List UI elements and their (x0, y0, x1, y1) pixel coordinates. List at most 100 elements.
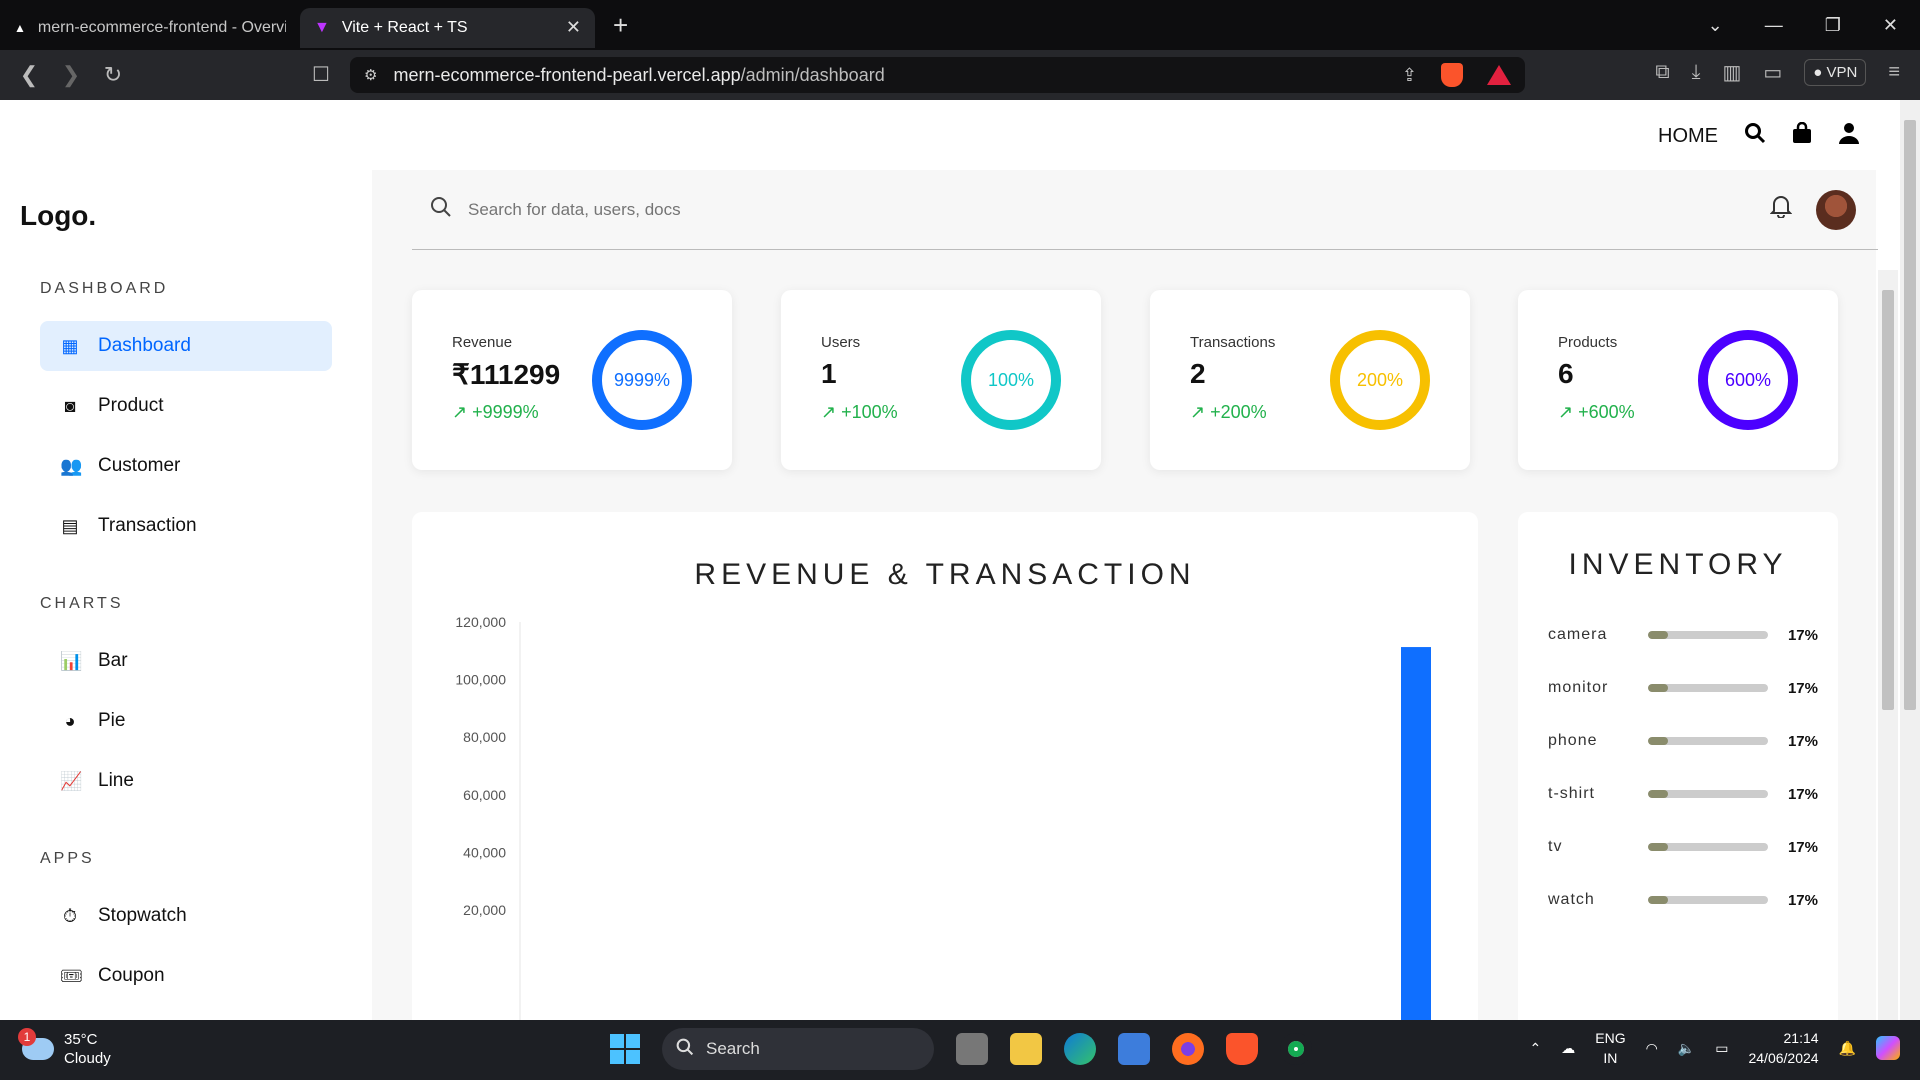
sidebar-item-dashboard[interactable]: ▦ Dashboard (40, 321, 332, 371)
extensions-icon[interactable]: ⧉ (1655, 61, 1669, 84)
trending-up-icon: ↗ (1190, 402, 1211, 422)
sidebar-item-coupon[interactable]: 🎟 Coupon (40, 951, 332, 1001)
inventory-category: t-shirt (1548, 785, 1595, 802)
inventory-bar-fill (1648, 790, 1669, 798)
windows-taskbar: 1 35°C Cloudy Search ⌃ ☁ ENG IN ◠ 🔈 ▭ 21… (0, 1020, 1920, 1080)
minimize-icon[interactable]: — (1765, 15, 1783, 36)
site-settings-icon[interactable]: ⚙ (364, 66, 377, 84)
page-scroll-thumb[interactable] (1904, 120, 1916, 710)
forward-icon[interactable]: ❯ (50, 62, 92, 88)
sidebar-item-line[interactable]: 📈 Line (40, 756, 332, 806)
user-icon[interactable] (1838, 122, 1860, 151)
mongodb-compass-icon[interactable] (1280, 1033, 1312, 1065)
tab-search-chevron-icon[interactable]: ⌄ (1708, 15, 1723, 36)
home-link[interactable]: HOME (1658, 125, 1718, 148)
new-tab-button[interactable]: + (613, 10, 628, 41)
restore-icon[interactable]: ❐ (1825, 15, 1841, 36)
back-icon[interactable]: ❮ (8, 62, 50, 88)
widget-ring: 600% (1698, 330, 1798, 430)
firefox-icon[interactable] (1172, 1033, 1204, 1065)
sidebar-item-product[interactable]: ◙ Product (40, 381, 332, 431)
inventory-bar-track (1648, 790, 1768, 798)
trending-up-icon: ↗ (821, 402, 842, 422)
people-icon: 👥 (60, 455, 83, 476)
inventory-percent: 17% (1787, 679, 1818, 697)
edge-icon[interactable] (1064, 1033, 1096, 1065)
notification-bell-icon[interactable] (1769, 194, 1793, 225)
sidebar-item-customer[interactable]: 👥 Customer (40, 441, 332, 491)
page-scrollbar[interactable] (1900, 100, 1920, 1020)
file-explorer-icon[interactable] (1010, 1033, 1042, 1065)
url-path: /admin/dashboard (740, 64, 885, 85)
browser-tab[interactable]: ▲ mern-ecommerce-frontend - Overvie (0, 8, 300, 48)
onedrive-icon[interactable]: ☁ (1561, 1040, 1575, 1057)
browser-tab-bar: ▲ mern-ecommerce-frontend - Overvie ▼ Vi… (0, 0, 1920, 50)
bag-icon: ◙ (64, 395, 76, 416)
copilot-icon[interactable] (1876, 1036, 1900, 1060)
language-indicator[interactable]: ENG IN (1595, 1028, 1625, 1068)
dashboard-scroll-thumb[interactable] (1882, 290, 1894, 710)
inventory-bar-track (1648, 737, 1768, 745)
widget-value: 1 (821, 358, 837, 389)
vite-icon: ▼ (314, 18, 330, 36)
reload-icon[interactable]: ↻ (92, 62, 134, 88)
downloads-icon[interactable]: ⤓ (1692, 61, 1701, 84)
widget-value: ₹111299 (452, 359, 561, 390)
y-tick-label: 40,000 (463, 844, 506, 860)
revenue-transaction-chart-card: REVENUE & TRANSACTION 20,000 40,000 60,000… (412, 512, 1478, 1020)
task-view-icon[interactable] (956, 1033, 988, 1065)
weather-widget[interactable]: 1 35°C Cloudy (18, 1028, 111, 1068)
brave-icon[interactable] (1226, 1033, 1258, 1065)
widget-change: ↗ +9999% (452, 402, 539, 423)
inventory-bar-fill (1648, 843, 1669, 851)
tab-title: Vite + React + TS (341, 18, 468, 36)
inventory-row: t-shirt 17% (1548, 785, 1818, 803)
brave-rewards-icon[interactable] (1487, 65, 1511, 85)
section-heading-dashboard: DASHBOARD (40, 280, 169, 297)
weather-condition: Cloudy (64, 1050, 111, 1067)
dashboard-scrollbar[interactable] (1878, 270, 1898, 1020)
share-icon[interactable]: ⇪ (1402, 65, 1417, 86)
date: 24/06/2024 (1748, 1050, 1819, 1066)
sidebar-item-bar[interactable]: 📊 Bar (40, 636, 332, 686)
brave-shields-icon[interactable] (1441, 63, 1463, 87)
battery-icon[interactable]: ▭ (1715, 1040, 1728, 1057)
clock[interactable]: 21:14 24/06/2024 (1748, 1028, 1818, 1068)
sidebar-item-label: Bar (98, 650, 128, 671)
shopping-bag-icon[interactable] (1792, 121, 1812, 151)
taskbar-search[interactable]: Search (662, 1028, 934, 1070)
logo: Logo. (20, 200, 97, 231)
inventory-bar-fill (1648, 737, 1669, 745)
taskbar-search-label: Search (706, 1039, 760, 1058)
wifi-icon[interactable]: ◠ (1646, 1040, 1658, 1057)
sidebar-item-label: Coupon (98, 965, 165, 986)
tab-title: mern-ecommerce-frontend - Overvie (37, 18, 286, 36)
vercel-icon: ▲ (14, 20, 26, 35)
widget-value: 2 (1190, 358, 1206, 389)
sidebar-icon[interactable]: ▥ (1722, 60, 1741, 85)
menu-icon[interactable]: ≡ (1888, 61, 1900, 84)
browser-tab-active[interactable]: ▼ Vite + React + TS ✕ (300, 7, 595, 48)
close-window-icon[interactable]: ✕ (1883, 15, 1898, 36)
sidebar-item-label: Stopwatch (98, 905, 187, 926)
sidebar-item-transaction[interactable]: ▤ Transaction (40, 501, 332, 551)
microsoft-store-icon[interactable] (1118, 1033, 1150, 1065)
bookmark-icon[interactable]: ☐ (312, 62, 330, 87)
notifications-icon[interactable]: 🔔 (1839, 1040, 1856, 1057)
windows-start-icon[interactable] (610, 1034, 640, 1064)
volume-icon[interactable]: 🔈 (1678, 1040, 1695, 1057)
sidebar-item-stopwatch[interactable]: ⏱ Stopwatch (40, 891, 332, 941)
search-input[interactable] (468, 199, 1168, 220)
revenue-bar[interactable] (1401, 647, 1431, 1020)
vpn-button[interactable]: ● VPN (1804, 59, 1867, 86)
url-field[interactable]: ⚙ mern-ecommerce-frontend-pearl.vercel.a… (350, 57, 1525, 93)
avatar[interactable] (1816, 190, 1856, 230)
inventory-bar-track (1648, 896, 1768, 904)
sidebar-item-label: Product (98, 395, 164, 416)
close-tab-icon[interactable]: ✕ (566, 17, 581, 38)
sidebar-item-pie[interactable]: ◕ Pie (40, 696, 332, 746)
inventory-category: watch (1548, 891, 1595, 908)
chevron-up-icon[interactable]: ⌃ (1530, 1040, 1542, 1057)
wallet-icon[interactable]: ▭ (1763, 60, 1782, 85)
search-icon[interactable] (1744, 122, 1766, 151)
